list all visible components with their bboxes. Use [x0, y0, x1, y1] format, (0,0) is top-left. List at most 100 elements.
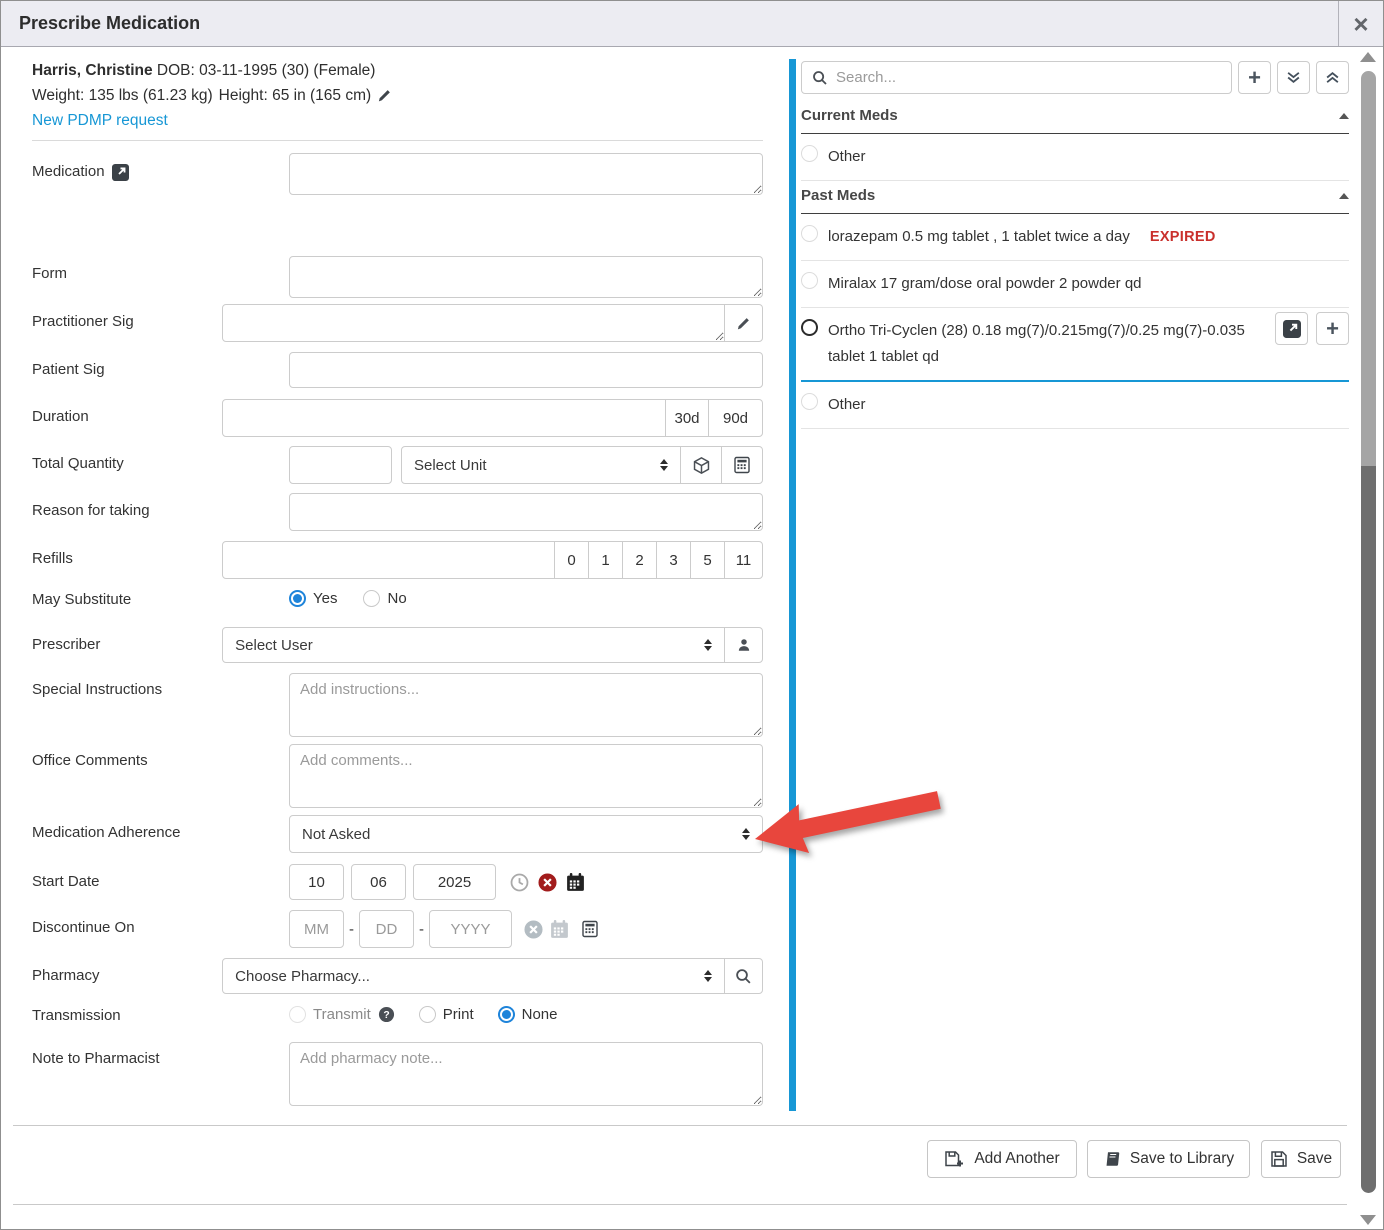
medication-input[interactable]: [289, 153, 763, 195]
save-button[interactable]: Save: [1261, 1140, 1341, 1178]
start-day-input[interactable]: [351, 864, 406, 900]
refill-0-button[interactable]: 0: [554, 541, 589, 579]
med-detail-button[interactable]: [1275, 312, 1308, 345]
quantity-input[interactable]: [289, 446, 392, 484]
scrollbar[interactable]: [1353, 48, 1383, 1229]
footer-divider-bottom: [13, 1204, 1347, 1205]
external-link-icon[interactable]: [112, 164, 129, 181]
patient-sig-input[interactable]: [289, 352, 763, 388]
expand-all-button[interactable]: [1277, 61, 1310, 94]
med-radio[interactable]: [801, 272, 818, 289]
scrollbar-track-lower[interactable]: [1361, 466, 1376, 1193]
none-radio[interactable]: [498, 1006, 515, 1023]
med-add-button[interactable]: +: [1316, 312, 1349, 345]
add-med-button[interactable]: +: [1238, 61, 1271, 94]
past-med-row-miralax[interactable]: Miralax 17 gram/dose oral powder 2 powde…: [801, 261, 1349, 308]
start-year-input[interactable]: [413, 864, 496, 900]
duration-calculator-icon[interactable]: [581, 920, 599, 938]
form-input[interactable]: [289, 256, 763, 298]
discontinue-month-input[interactable]: [289, 910, 344, 948]
quantity-calculator-button[interactable]: [721, 446, 763, 484]
refill-2-button[interactable]: 2: [622, 541, 657, 579]
save-plus-icon: [944, 1150, 965, 1168]
patient-dob: DOB: 03-11-1995 (30) (Female): [157, 62, 376, 79]
past-med-row-lorazepam[interactable]: lorazepam 0.5 mg tablet , 1 tablet twice…: [801, 214, 1349, 261]
clear-discontinue-icon[interactable]: [523, 919, 544, 940]
pharmacy-note-input[interactable]: [289, 1042, 763, 1106]
refill-1-button[interactable]: 1: [588, 541, 623, 579]
unit-select[interactable]: Select Unit: [401, 446, 681, 484]
clear-start-date-icon[interactable]: [537, 872, 558, 893]
patient-sig-label: Patient Sig: [32, 352, 289, 388]
med-text: lorazepam 0.5 mg tablet , 1 tablet twice…: [828, 224, 1216, 250]
transmit-radio: [289, 1006, 306, 1023]
none-label: None: [522, 1006, 558, 1023]
refills-label: Refills: [32, 541, 222, 579]
start-month-input[interactable]: [289, 864, 344, 900]
pharmacy-select[interactable]: Choose Pharmacy...: [222, 958, 725, 994]
save-to-library-button[interactable]: Save to Library: [1087, 1140, 1250, 1178]
med-radio-selected[interactable]: [801, 319, 818, 336]
transmit-label: Transmit: [313, 1006, 371, 1023]
med-row-actions: +: [1275, 312, 1349, 345]
meds-search-input[interactable]: [836, 69, 1221, 86]
row-prescriber: Prescriber Select User: [32, 627, 763, 663]
edit-vitals-pencil-icon[interactable]: [377, 88, 392, 103]
office-comments-input[interactable]: [289, 744, 763, 808]
print-radio[interactable]: [419, 1006, 436, 1023]
med-radio[interactable]: [801, 225, 818, 242]
new-pdmp-request-link[interactable]: New PDMP request: [32, 112, 168, 129]
discontinue-day-input[interactable]: [359, 910, 414, 948]
scroll-down-arrow-icon[interactable]: [1360, 1215, 1376, 1225]
med-text: Other: [828, 144, 866, 170]
collapse-caret-icon[interactable]: [1339, 113, 1349, 119]
refills-input[interactable]: [222, 541, 555, 579]
meds-search-box[interactable]: [801, 61, 1232, 94]
refill-5-button[interactable]: 5: [690, 541, 725, 579]
duration-input[interactable]: [222, 399, 666, 437]
duration-30d-button[interactable]: 30d: [665, 399, 709, 437]
practitioner-sig-input[interactable]: [222, 304, 725, 342]
patient-weight: Weight: 135 lbs (61.23 kg): [32, 83, 213, 108]
prescriber-user-button[interactable]: [724, 627, 763, 663]
close-button[interactable]: ×: [1338, 1, 1383, 46]
clock-icon[interactable]: [509, 872, 530, 893]
save-icon: [1270, 1150, 1288, 1168]
collapse-caret-icon[interactable]: [1339, 193, 1349, 199]
user-icon: [736, 637, 752, 653]
edit-sig-button[interactable]: [724, 304, 763, 342]
special-instructions-input[interactable]: [289, 673, 763, 737]
refill-3-button[interactable]: 3: [656, 541, 691, 579]
package-lookup-button[interactable]: [680, 446, 722, 484]
substitute-no-radio[interactable]: [363, 590, 380, 607]
duration-90d-button[interactable]: 90d: [708, 399, 763, 437]
past-med-other-row[interactable]: Other: [801, 382, 1349, 429]
past-med-row-ortho[interactable]: Ortho Tri-Cyclen (28) 0.18 mg(7)/0.215mg…: [801, 308, 1349, 382]
add-another-button[interactable]: Add Another: [927, 1140, 1077, 1178]
pharmacy-search-button[interactable]: [724, 958, 763, 994]
past-meds-title: Past Meds: [801, 187, 875, 204]
discontinue-calendar-icon[interactable]: [549, 919, 570, 940]
row-reason: Reason for taking: [32, 493, 763, 531]
collapse-all-button[interactable]: [1316, 61, 1349, 94]
row-may-substitute: May Substitute Yes No: [32, 589, 763, 608]
scroll-up-arrow-icon[interactable]: [1360, 52, 1376, 62]
select-updown-icon: [660, 455, 668, 475]
prescriber-select[interactable]: Select User: [222, 627, 725, 663]
current-med-other-row[interactable]: Other: [801, 134, 1349, 181]
substitute-yes-radio[interactable]: [289, 590, 306, 607]
row-form: Form: [32, 256, 763, 298]
unit-select-value: Select Unit: [414, 457, 487, 474]
scrollbar-thumb[interactable]: [1361, 71, 1376, 466]
reason-label: Reason for taking: [32, 493, 289, 531]
medication-adherence-select[interactable]: Not Asked: [289, 815, 763, 853]
med-radio[interactable]: [801, 393, 818, 410]
close-icon: ×: [1353, 11, 1368, 37]
refill-11-button[interactable]: 11: [724, 541, 763, 579]
reason-input[interactable]: [289, 493, 763, 531]
med-radio[interactable]: [801, 145, 818, 162]
start-calendar-icon[interactable]: [565, 872, 586, 893]
discontinue-year-input[interactable]: [429, 910, 512, 948]
transmit-help-icon[interactable]: ?: [378, 1006, 395, 1023]
plus-icon: +: [1248, 67, 1261, 89]
